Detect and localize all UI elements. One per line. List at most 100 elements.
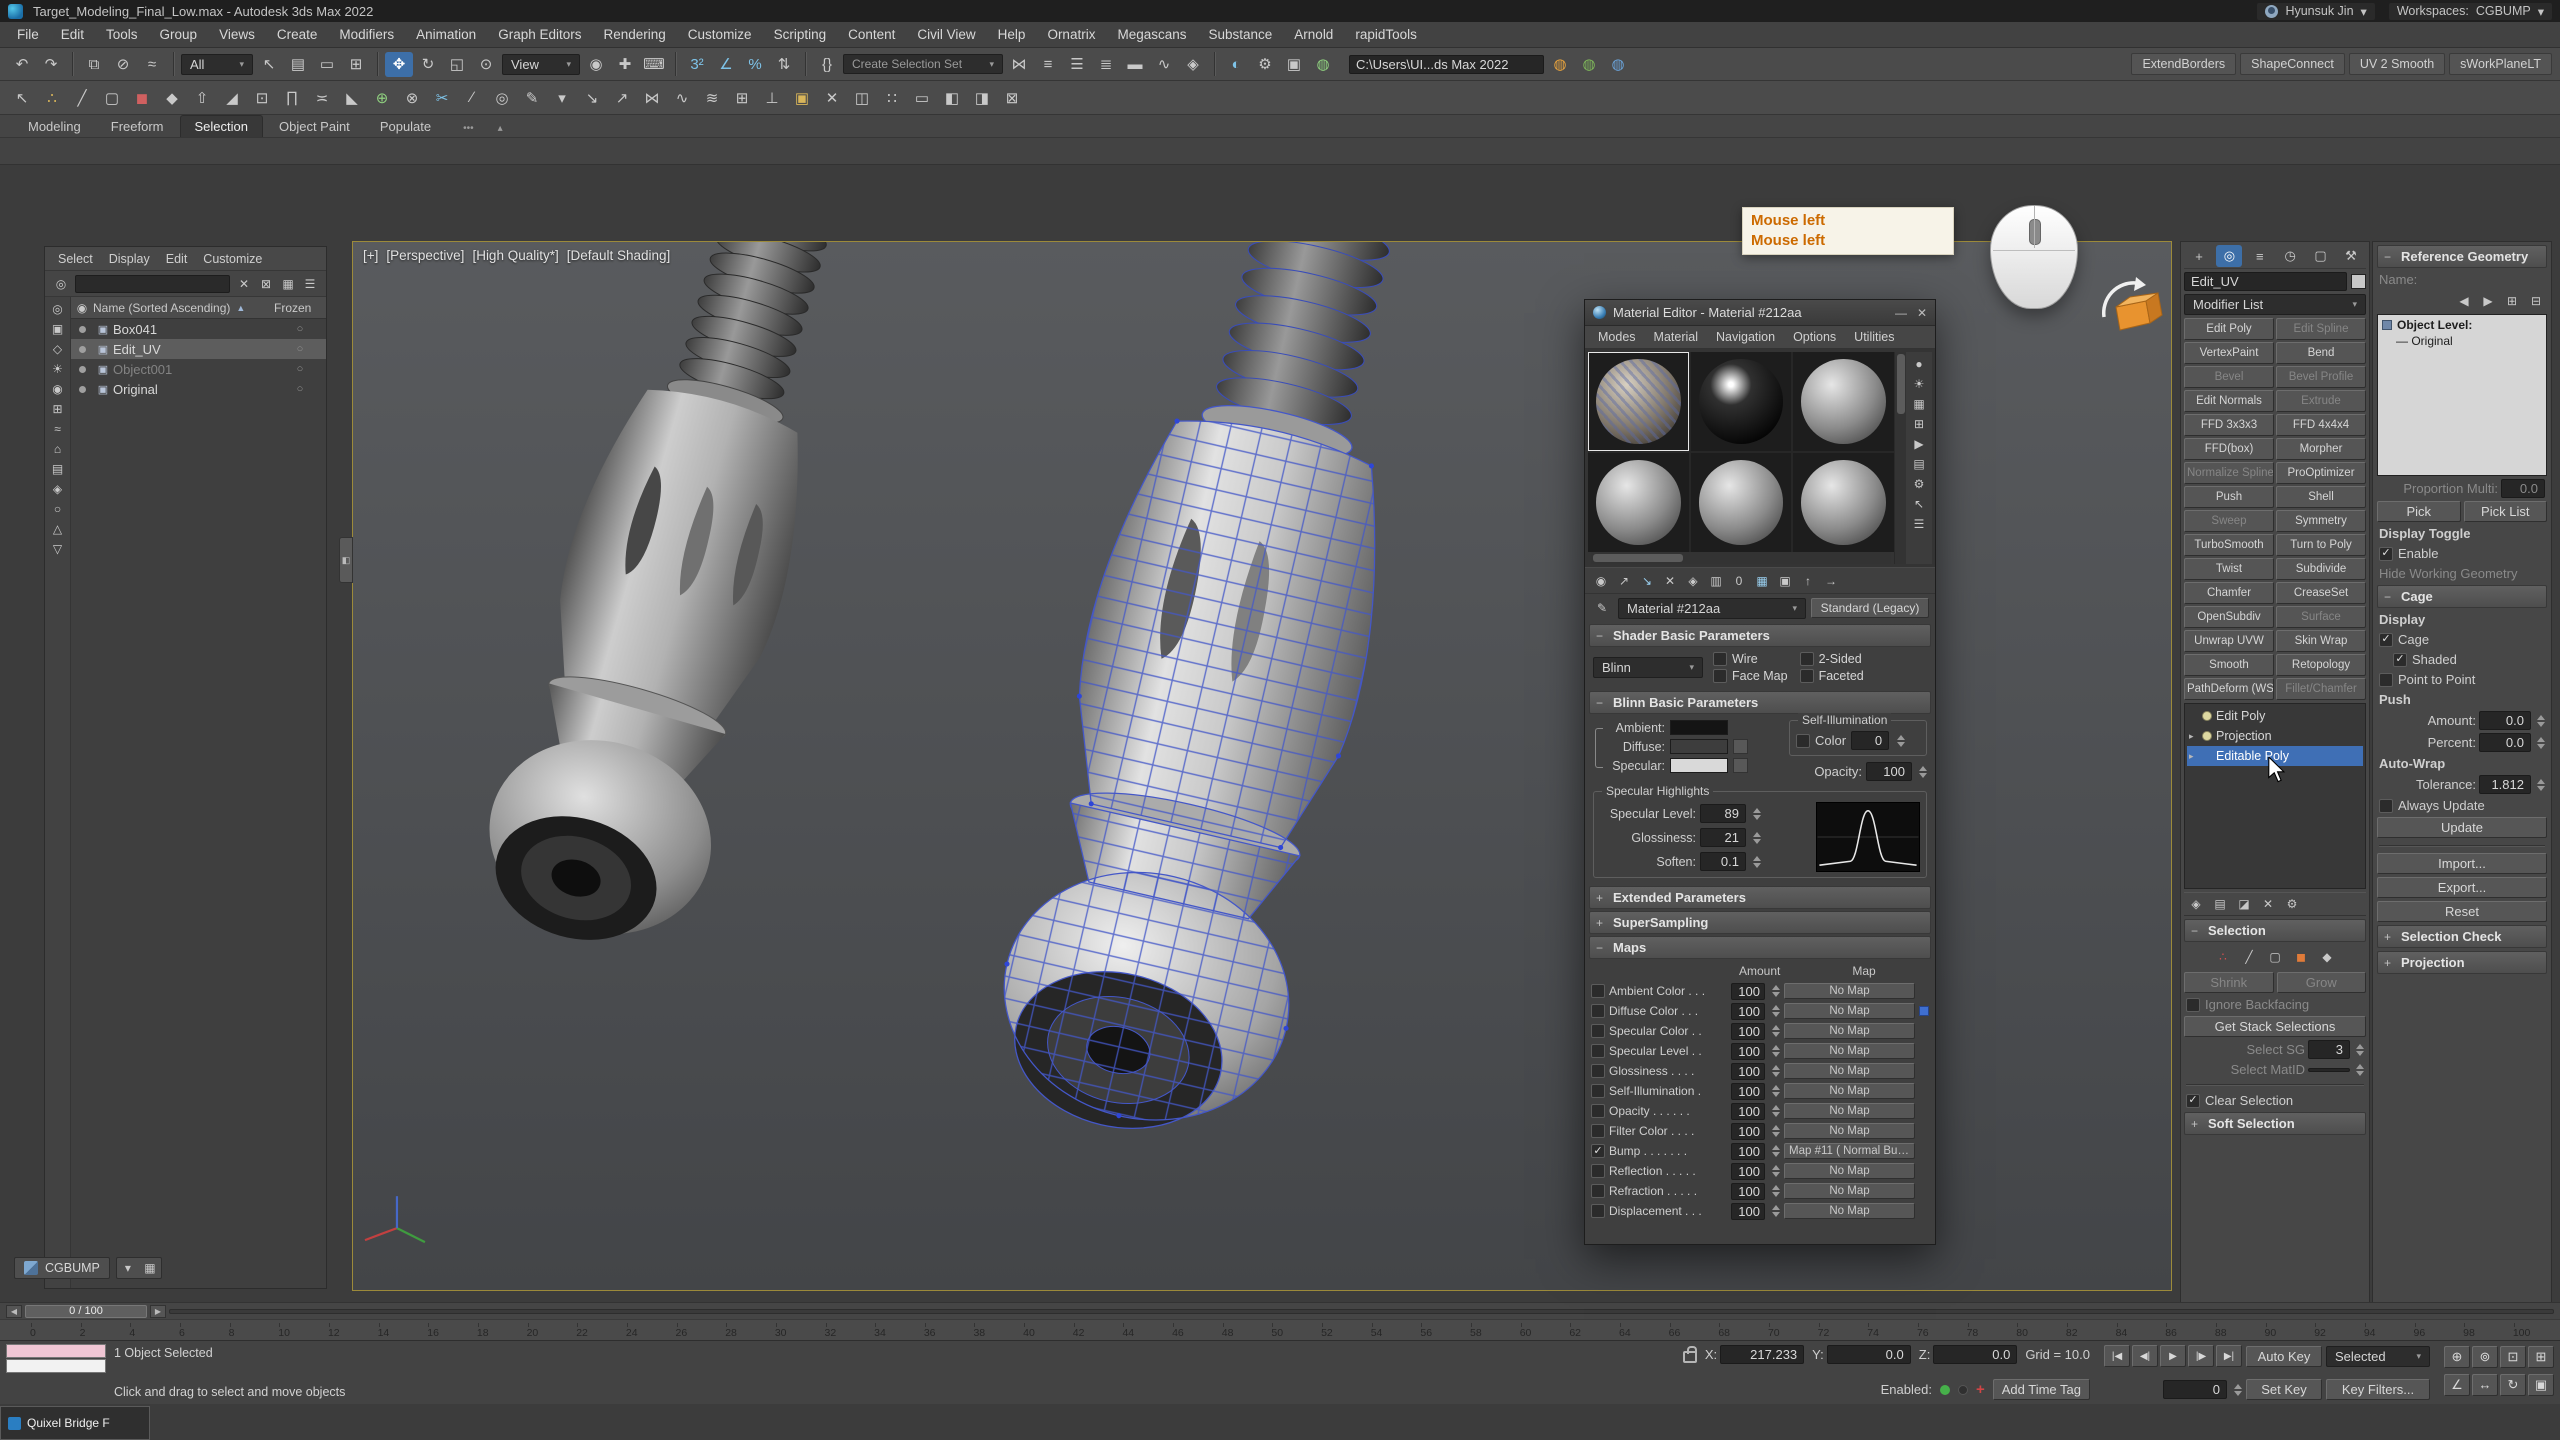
- modifier-button[interactable]: PathDeform (WSM): [2184, 678, 2274, 700]
- bridge-tool-icon[interactable]: ∏: [278, 85, 306, 110]
- specular-level-field[interactable]: 89: [1700, 804, 1746, 823]
- object-color-swatch[interactable]: [2351, 274, 2366, 289]
- map-enable-checkbox[interactable]: [1591, 1164, 1605, 1178]
- make-preview-icon[interactable]: ▤: [1908, 454, 1930, 474]
- map-amount-field[interactable]: 100: [1731, 1043, 1765, 1060]
- material-editor-menu-item[interactable]: Options: [1784, 328, 1845, 346]
- keyboard-override-icon[interactable]: ⌨: [640, 52, 668, 77]
- menu-item[interactable]: Scripting: [763, 24, 838, 45]
- display-all-icon[interactable]: ◎: [47, 299, 69, 319]
- reset-map-icon[interactable]: ✕: [1659, 571, 1681, 591]
- border-mode-icon[interactable]: ▢: [98, 85, 126, 110]
- map-slot-button[interactable]: No Map: [1784, 1063, 1915, 1079]
- push-amount-spinner[interactable]: [2537, 715, 2545, 727]
- sample-uv-tiling-icon[interactable]: ⊞: [1908, 414, 1930, 434]
- next-frame-arrow[interactable]: ▶: [150, 1305, 166, 1318]
- lock-explorer-icon[interactable]: ⊠: [255, 274, 277, 294]
- menu-item[interactable]: Ornatrix: [1036, 24, 1106, 45]
- backlight-icon[interactable]: ☀: [1908, 374, 1930, 394]
- enabled-dark-indicator[interactable]: [1958, 1385, 1968, 1395]
- diffuse-map-shortcut-button[interactable]: [1733, 739, 1748, 754]
- shaded-checkbox[interactable]: [2393, 653, 2407, 667]
- put-material-to-scene-icon[interactable]: ↗: [1613, 571, 1635, 591]
- angle-snap-icon[interactable]: ∠: [712, 52, 740, 77]
- grid-align-icon[interactable]: ⊞: [728, 85, 756, 110]
- tolerance-spinner[interactable]: [2537, 779, 2545, 791]
- isolate-selection-icon[interactable]: ▣: [788, 85, 816, 110]
- maxscript-mini-listener[interactable]: [6, 1344, 106, 1401]
- zoom-icon[interactable]: ⊕: [2444, 1346, 2470, 1368]
- frame-spinner[interactable]: [2234, 1384, 2242, 1396]
- visibility-column-icon[interactable]: ◉: [71, 301, 93, 315]
- map-amount-field[interactable]: 100: [1731, 1143, 1765, 1160]
- modifier-button[interactable]: Turn to Poly: [2276, 534, 2366, 556]
- modifier-button[interactable]: Normalize Spline: [2184, 462, 2274, 484]
- soft-selection-rollout[interactable]: +Soft Selection: [2184, 1112, 2366, 1135]
- menu-item[interactable]: File: [6, 24, 50, 45]
- material-editor-icon[interactable]: ◐: [1222, 52, 1250, 77]
- absolute-mode-toggle[interactable]: +: [1976, 1381, 1985, 1398]
- align-icon[interactable]: ≡: [1034, 52, 1062, 77]
- soften-field[interactable]: 0.1: [1700, 852, 1746, 871]
- modifier-button[interactable]: Push: [2184, 486, 2274, 508]
- map-enable-checkbox[interactable]: [1591, 1204, 1605, 1218]
- modifier-button[interactable]: Fillet/Chamfer: [2276, 678, 2366, 700]
- select-by-material-icon[interactable]: ↖: [1908, 494, 1930, 514]
- minimize-button[interactable]: —: [1895, 306, 1907, 320]
- material-map-navigator-icon[interactable]: ☰: [1908, 514, 1930, 534]
- reset-button[interactable]: Reset: [2377, 901, 2547, 922]
- map-enable-checkbox[interactable]: [1591, 984, 1605, 998]
- ambient-diffuse-lock[interactable]: [1595, 728, 1603, 768]
- material-editor-menu-item[interactable]: Modes: [1589, 328, 1645, 346]
- material-editor-menu-item[interactable]: Navigation: [1707, 328, 1784, 346]
- push-percent-field[interactable]: 0.0: [2479, 733, 2531, 752]
- snaps-toggle-icon[interactable]: 3²: [683, 52, 711, 77]
- go-forward-to-sibling-icon[interactable]: →: [1820, 571, 1842, 591]
- render-production-icon[interactable]: ◍: [1309, 52, 1337, 77]
- use-pivot-center-icon[interactable]: ◉: [582, 52, 610, 77]
- cut-tool-icon[interactable]: ✂: [428, 85, 456, 110]
- material-sample-slot[interactable]: [1793, 352, 1894, 451]
- zoom-extents-all-icon[interactable]: ⊞: [2528, 1346, 2554, 1368]
- explorer-settings-icon[interactable]: ☰: [299, 274, 321, 294]
- modifier-button[interactable]: FFD 3x3x3: [2184, 414, 2274, 436]
- mirror-icon[interactable]: ⋈: [1005, 52, 1033, 77]
- menu-item[interactable]: Help: [987, 24, 1037, 45]
- select-and-manipulate-icon[interactable]: ✚: [611, 52, 639, 77]
- visibility-eye-icon[interactable]: [71, 326, 93, 333]
- edge-mode-icon[interactable]: ╱: [68, 85, 96, 110]
- layer-explorer-toggle-icon[interactable]: ≣: [1092, 52, 1120, 77]
- map-slot-button[interactable]: No Map: [1784, 1043, 1915, 1059]
- ribbon-more-button[interactable]: •••: [457, 120, 480, 137]
- rendered-frame-icon[interactable]: ▣: [1280, 52, 1308, 77]
- map-amount-field[interactable]: 100: [1731, 1183, 1765, 1200]
- cgbump-dropdown-icon[interactable]: ▾: [117, 1258, 139, 1278]
- modifier-stack-row[interactable]: Edit Poly: [2187, 706, 2363, 726]
- face-map-checkbox[interactable]: [1713, 669, 1727, 683]
- named-selection-sets-icon[interactable]: {}: [813, 52, 841, 77]
- ribbon-tab[interactable]: Object Paint: [265, 116, 364, 137]
- menu-item[interactable]: Tools: [95, 24, 149, 45]
- remove-reference-icon[interactable]: ⊟: [2525, 291, 2547, 311]
- map-amount-spinner[interactable]: [1772, 1185, 1780, 1197]
- maximize-viewport-icon[interactable]: ▣: [2528, 1374, 2554, 1396]
- connect-tool-icon[interactable]: ≍: [308, 85, 336, 110]
- scene-object-row[interactable]: ▣ Box041 ○: [71, 319, 326, 339]
- always-update-checkbox[interactable]: [2379, 799, 2393, 813]
- display-frozen-icon[interactable]: ▽: [47, 539, 69, 559]
- video-color-check-icon[interactable]: ▶: [1908, 434, 1930, 454]
- modifier-button[interactable]: CreaseSet: [2276, 582, 2366, 604]
- element-subobject-icon[interactable]: ◆: [2316, 947, 2338, 967]
- opacity-spinner[interactable]: [1919, 766, 1927, 778]
- menu-item[interactable]: Animation: [405, 24, 487, 45]
- collapse-tool-icon[interactable]: ▾: [548, 85, 576, 110]
- extrude-tool-icon[interactable]: ⇧: [188, 85, 216, 110]
- ribbon-tab[interactable]: Modeling: [14, 116, 95, 137]
- pan-icon[interactable]: ↔: [2472, 1374, 2498, 1396]
- material-id-channel-icon[interactable]: 0: [1728, 571, 1750, 591]
- workspaces-dropdown[interactable]: Workspaces: CGBUMP ▾: [2389, 3, 2552, 20]
- cage-checkbox[interactable]: [2379, 633, 2393, 647]
- supersampling-rollout[interactable]: +SuperSampling: [1589, 911, 1931, 934]
- proportion-multi-field[interactable]: 0.0: [2501, 479, 2545, 498]
- menu-item[interactable]: Arnold: [1283, 24, 1344, 45]
